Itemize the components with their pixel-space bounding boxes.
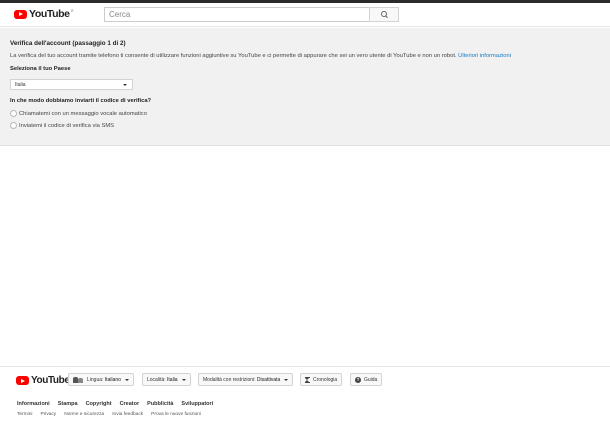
help-icon: ? — [355, 376, 361, 383]
learn-more-link[interactable]: Ulteriori informazioni — [458, 53, 511, 59]
youtube-logo-icon — [14, 9, 27, 19]
footer-link-sviluppatori[interactable]: Sviluppatori — [181, 401, 213, 407]
footer-link-termini[interactable]: Termini — [17, 412, 32, 417]
masthead: YouTube IT Cerca — [0, 3, 610, 27]
method-option-sms[interactable]: Inviatemi il codice di verifica via SMS — [10, 122, 114, 129]
location-button[interactable]: Località: Italia — [142, 373, 191, 386]
help-label: Guida — [364, 376, 378, 383]
method-option-call[interactable]: Chiamatemi con un messaggio vocale autom… — [10, 110, 147, 117]
history-label: Cronologia — [313, 376, 338, 383]
page-footer: YouTube Lingua: Italiano Località: Itali… — [0, 366, 610, 430]
history-button[interactable]: Cronologia — [300, 373, 343, 386]
footer-link-copyright[interactable]: Copyright — [86, 401, 112, 407]
location-value: Italia — [167, 376, 178, 383]
youtube-logo-icon — [16, 376, 29, 385]
restricted-value: Disattivata — [256, 376, 281, 383]
radio-label-call: Chiamatemi con un messaggio vocale autom… — [19, 110, 147, 117]
restricted-mode-button[interactable]: Modalità con restrizioni: Disattivata — [198, 373, 294, 386]
radio-sms[interactable] — [10, 122, 17, 129]
verification-panel: Verifica dell'account (passaggio 1 di 2)… — [0, 28, 610, 146]
chevron-down-icon — [123, 84, 127, 86]
country-label: Seleziona il tuo Paese — [10, 66, 71, 72]
method-label: In che modo dobbiamo inviarti il codice … — [10, 98, 152, 104]
footer-link-stampa[interactable]: Stampa — [58, 401, 78, 407]
footer-link-privacy[interactable]: Privacy — [40, 412, 56, 417]
page-title: Verifica dell'account (passaggio 1 di 2) — [10, 40, 126, 47]
location-prefix: Località: — [147, 376, 166, 383]
footer-logo-wordmark: YouTube — [31, 375, 70, 386]
footer-youtube-logo[interactable]: YouTube — [16, 375, 70, 386]
country-select-value: Italia — [15, 82, 26, 88]
help-button[interactable]: ? Guida — [350, 373, 383, 386]
description-text: La verifica del tuo account tramite tele… — [10, 53, 457, 59]
chevron-down-icon — [124, 378, 129, 381]
footer-link-norme-sicurezza[interactable]: Norme e sicurezza — [64, 412, 104, 417]
footer-primary-links: Informazioni Stampa Copyright Creator Pu… — [17, 401, 213, 407]
logo-wordmark: YouTube — [29, 8, 70, 20]
hourglass-icon — [305, 376, 310, 383]
language-value: Italiano — [104, 376, 121, 383]
youtube-logo[interactable]: YouTube IT — [14, 8, 74, 20]
language-users-icon — [73, 376, 84, 383]
chevron-down-icon — [181, 378, 186, 381]
footer-link-informazioni[interactable]: Informazioni — [17, 401, 50, 407]
search-button[interactable] — [369, 7, 399, 22]
footer-link-invia-feedback[interactable]: Invia feedback — [112, 412, 143, 417]
footer-link-pubblicita[interactable]: Pubblicità — [147, 401, 173, 407]
restricted-prefix: Modalità con restrizioni: — [203, 376, 256, 383]
verification-description: La verifica del tuo account tramite tele… — [10, 53, 511, 59]
country-select[interactable]: Italia — [10, 79, 133, 90]
footer-link-prova-funzioni[interactable]: Prova le nuove funzioni — [151, 412, 201, 417]
language-prefix: Lingua: — [87, 376, 104, 383]
radio-call[interactable] — [10, 110, 17, 117]
logo-region-code: IT — [70, 8, 75, 13]
radio-label-sms: Inviatemi il codice di verifica via SMS — [19, 122, 115, 129]
search-input[interactable]: Cerca — [104, 7, 369, 22]
language-button[interactable]: Lingua: Italiano — [68, 373, 134, 386]
footer-secondary-links: Termini Privacy Norme e sicurezza Invia … — [17, 412, 201, 417]
search-icon — [380, 11, 388, 18]
footer-link-creator[interactable]: Creator — [120, 401, 140, 407]
chevron-down-icon — [284, 378, 289, 381]
